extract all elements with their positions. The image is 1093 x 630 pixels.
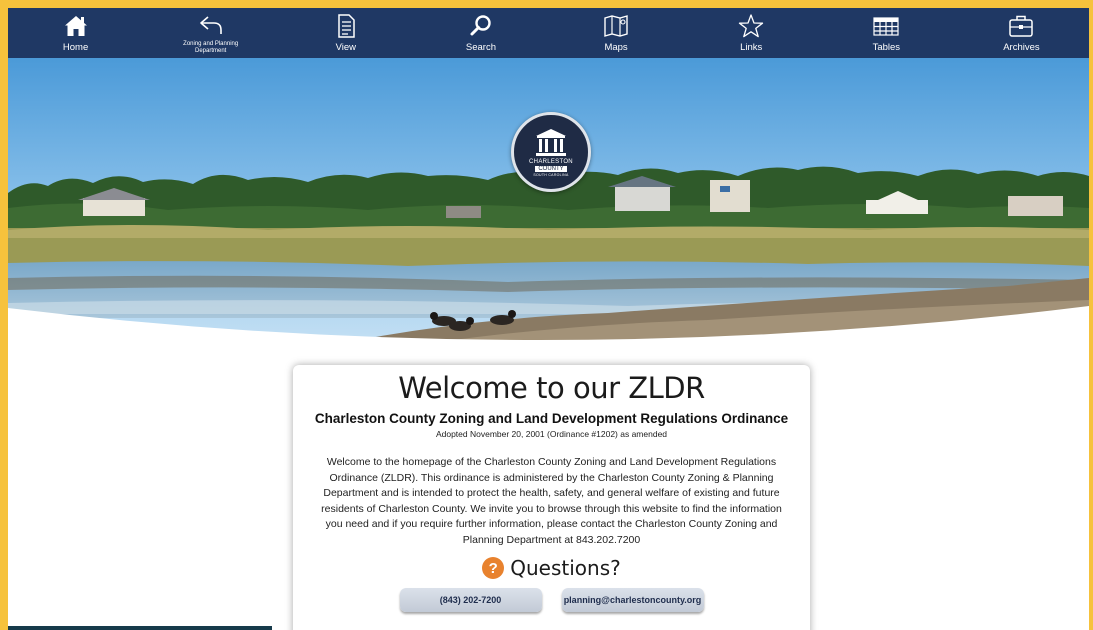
star-icon [739, 14, 764, 38]
courthouse-icon [536, 129, 566, 156]
top-navigation: Home Zoning and Planning Department View [8, 8, 1089, 58]
nav-label-links: Links [740, 42, 763, 53]
nav-label-zoning: Zoning and Planning Department [183, 40, 239, 54]
nav-label-archives: Archives [1003, 42, 1040, 53]
seal-line-charleston: CHARLESTON [529, 159, 573, 165]
nav-label-maps: Maps [604, 42, 628, 53]
nav-view[interactable]: View [279, 8, 413, 58]
contact-buttons: (843) 202-7200 planning@charlestoncounty… [293, 588, 810, 612]
question-icon: ? [482, 557, 505, 579]
nav-label-tables: Tables [872, 42, 901, 53]
map-icon [604, 15, 628, 37]
seal-line-county: COUNTY [535, 166, 567, 172]
nav-label-search: Search [465, 42, 496, 53]
search-icon [470, 15, 491, 36]
nav-links[interactable]: Links [684, 8, 818, 58]
nav-label-view: View [335, 42, 357, 53]
nav-tables[interactable]: Tables [819, 8, 953, 58]
nav-archives[interactable]: Archives [954, 8, 1088, 58]
page-frame: Home Zoning and Planning Department View [8, 8, 1089, 630]
nav-zoning-planning[interactable]: Zoning and Planning Department [144, 8, 278, 58]
nav-home[interactable]: Home [9, 8, 143, 58]
briefcase-icon [1009, 15, 1034, 37]
document-icon [338, 14, 355, 38]
county-seal-logo: CHARLESTON COUNTY SOUTH CAROLINA [511, 112, 591, 192]
back-arrow-icon [199, 15, 222, 34]
nav-maps[interactable]: Maps [549, 8, 683, 58]
home-icon [64, 16, 87, 36]
seal-line-state: SOUTH CAROLINA [533, 173, 569, 177]
table-icon [873, 17, 899, 36]
questions-heading: ? Questions? [293, 556, 810, 580]
welcome-card: Welcome to our ZLDR Charleston County Zo… [293, 365, 810, 630]
phone-button[interactable]: (843) 202-7200 [399, 588, 542, 612]
adoption-note: Adopted November 20, 2001 (Ordinance #12… [435, 429, 668, 439]
nav-search[interactable]: Search [414, 8, 548, 58]
ordinance-subtitle: Charleston County Zoning and Land Develo… [314, 411, 789, 426]
welcome-paragraph: Welcome to the homepage of the Charlesto… [321, 456, 782, 546]
questions-label: Questions? [510, 556, 621, 580]
page-title: Welcome to our ZLDR [398, 371, 705, 405]
email-button[interactable]: planning@charlestoncounty.org [561, 588, 704, 612]
bottom-panel-edge [8, 626, 272, 630]
hero-banner: CHARLESTON COUNTY SOUTH CAROLINA [8, 58, 1089, 350]
nav-label-home: Home [62, 42, 89, 53]
marsh-landscape-image [8, 58, 1089, 350]
